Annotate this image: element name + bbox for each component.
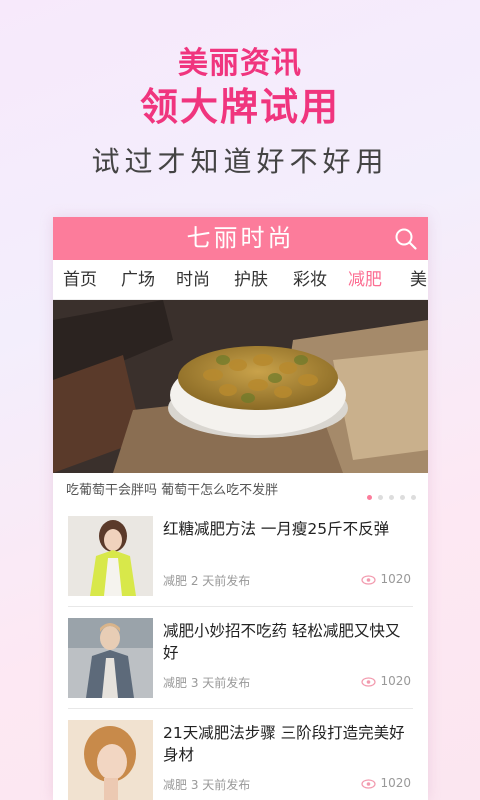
article-view-count: 1020: [380, 776, 411, 790]
tab-diet[interactable]: 减肥: [348, 260, 382, 299]
divider: [68, 606, 413, 607]
article-thumbnail: [68, 720, 153, 800]
article-time: 3 天前发布: [190, 778, 251, 792]
divider: [68, 708, 413, 709]
app-title: 七丽时尚: [186, 224, 295, 252]
article-title: 21天减肥法步骤 三阶段打造完美好身材: [163, 724, 405, 764]
tab-beauty[interactable]: 美: [410, 260, 427, 299]
article-view-count: 1020: [380, 674, 411, 688]
article-item[interactable]: 减肥小妙招不吃药 轻松减肥又快又好 减肥 3 天前发布 1020: [68, 618, 413, 700]
carousel-dot: [378, 495, 383, 500]
article-time: 2 天前发布: [190, 574, 251, 588]
article-views: 1020: [361, 674, 411, 688]
article-thumbnail: [68, 618, 153, 698]
app-header: 七丽时尚: [53, 217, 428, 260]
article-views: 1020: [361, 572, 411, 586]
article-meta: 减肥 2 天前发布: [163, 572, 250, 589]
tab-skincare[interactable]: 护肤: [234, 260, 268, 299]
article-title: 红糖减肥方法 一月瘦25斤不反弹: [163, 520, 390, 538]
eye-icon: [361, 779, 377, 789]
promo-tagline: 试过才知道好不好用: [91, 145, 389, 178]
banner-caption-bar: 吃葡萄干会胖吗 葡萄干怎么吃不发胖: [53, 473, 428, 503]
search-button[interactable]: [394, 227, 418, 251]
carousel-dot: [411, 495, 416, 500]
article-meta: 减肥 3 天前发布: [163, 674, 250, 691]
article-item[interactable]: 红糖减肥方法 一月瘦25斤不反弹 减肥 2 天前发布 1020: [68, 516, 413, 598]
carousel-dot: [367, 495, 372, 500]
promo-banner: 美丽资讯 领大牌试用 试过才知道好不好用: [0, 0, 480, 215]
article-thumbnail: [68, 516, 153, 596]
tab-fashion[interactable]: 时尚: [176, 260, 210, 299]
app-preview: 七丽时尚 首页 广场 时尚 护肤 彩妆 减肥 美 吃葡萄干会胖吗 葡萄干怎么吃不…: [53, 217, 428, 800]
tab-makeup[interactable]: 彩妆: [293, 260, 327, 299]
promo-title: 领大牌试用: [139, 85, 340, 129]
raisins-photo: [53, 300, 428, 473]
tab-home[interactable]: 首页: [63, 260, 97, 299]
article-category: 减肥: [163, 676, 188, 690]
article-item[interactable]: 21天减肥法步骤 三阶段打造完美好身材 减肥 3 天前发布 1020: [68, 720, 413, 800]
banner-image[interactable]: [53, 300, 428, 473]
carousel-dot: [400, 495, 405, 500]
eye-icon: [361, 677, 377, 687]
article-meta: 减肥 3 天前发布: [163, 776, 250, 793]
article-title: 减肥小妙招不吃药 轻松减肥又快又好: [163, 622, 401, 662]
article-view-count: 1020: [380, 572, 411, 586]
article-views: 1020: [361, 776, 411, 790]
search-icon: [395, 228, 417, 250]
carousel-indicator: [361, 485, 416, 504]
tab-square[interactable]: 广场: [121, 260, 155, 299]
category-tabs: 首页 广场 时尚 护肤 彩妆 减肥 美: [53, 260, 428, 300]
article-category: 减肥: [163, 778, 188, 792]
carousel-dot: [389, 495, 394, 500]
banner-caption[interactable]: 吃葡萄干会胖吗 葡萄干怎么吃不发胖: [66, 479, 278, 498]
eye-icon: [361, 575, 377, 585]
article-category: 减肥: [163, 574, 188, 588]
article-time: 3 天前发布: [190, 676, 251, 690]
